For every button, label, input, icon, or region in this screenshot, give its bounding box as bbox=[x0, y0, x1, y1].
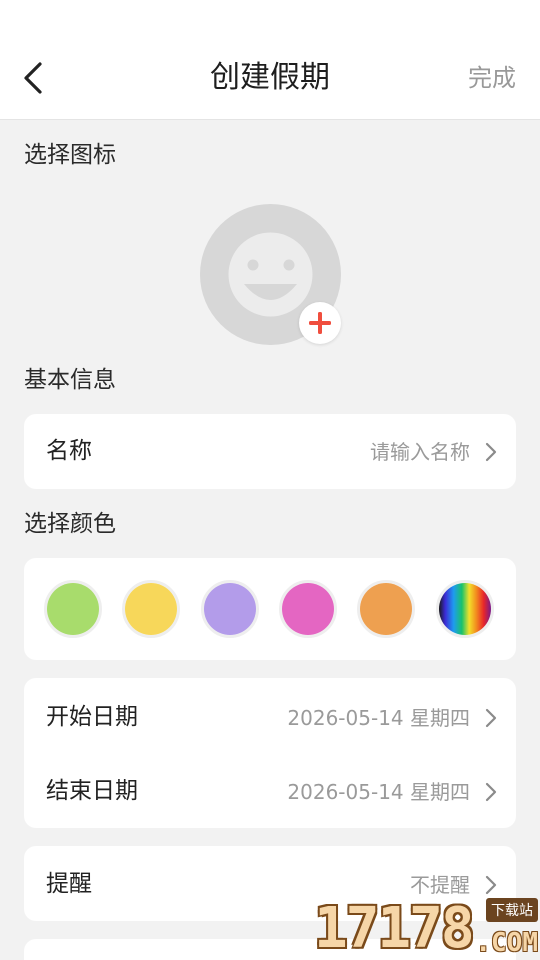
done-button[interactable]: 完成 bbox=[468, 60, 516, 96]
swatch-fill bbox=[125, 583, 177, 635]
color-swatch-pink[interactable] bbox=[279, 580, 337, 638]
color-swatch-purple[interactable] bbox=[201, 580, 259, 638]
top-app-bar: 创建假期 完成 bbox=[0, 0, 540, 120]
name-row[interactable]: 名称 请输入名称 bbox=[24, 414, 516, 488]
swatch-fill bbox=[282, 583, 334, 635]
section-title-basic-info: 基本信息 bbox=[24, 367, 116, 393]
swatch-fill bbox=[204, 583, 256, 635]
color-swatch-yellow[interactable] bbox=[122, 580, 180, 638]
end-date-value: 2026-05-14 星期四 bbox=[287, 780, 470, 804]
plus-icon bbox=[309, 312, 331, 334]
name-label: 名称 bbox=[46, 438, 92, 464]
watermark-suffix: .COM bbox=[475, 928, 538, 958]
section-title-color: 选择颜色 bbox=[24, 511, 116, 537]
page-title: 创建假期 bbox=[210, 60, 330, 95]
reminder-label: 提醒 bbox=[46, 871, 92, 897]
name-input[interactable]: 请输入名称 bbox=[370, 439, 470, 465]
end-date-label: 结束日期 bbox=[46, 778, 138, 804]
end-date-row[interactable]: 结束日期 2026-05-14 星期四 bbox=[24, 754, 516, 828]
swatch-fill bbox=[47, 583, 99, 635]
swatch-fill bbox=[439, 583, 491, 635]
add-icon-button[interactable] bbox=[299, 302, 341, 344]
start-date-value: 2026-05-14 星期四 bbox=[287, 706, 470, 730]
chevron-right-icon bbox=[485, 442, 497, 462]
watermark-tag: 下载站 bbox=[486, 898, 538, 922]
section-title-icon: 选择图标 bbox=[24, 142, 116, 168]
start-date-row[interactable]: 开始日期 2026-05-14 星期四 bbox=[24, 680, 516, 754]
reminder-value: 不提醒 bbox=[410, 873, 470, 897]
chevron-right-icon bbox=[485, 782, 497, 802]
swatch-fill bbox=[360, 583, 412, 635]
start-date-label: 开始日期 bbox=[46, 704, 138, 730]
color-swatch-rainbow[interactable] bbox=[436, 580, 494, 638]
chevron-right-icon bbox=[485, 875, 497, 895]
date-card: 开始日期 2026-05-14 星期四 结束日期 2026-05-14 星期四 bbox=[24, 678, 516, 828]
watermark-logo: 17178 下载站 .COM bbox=[314, 898, 540, 960]
chevron-right-icon bbox=[485, 708, 497, 728]
watermark-number: 17178 bbox=[314, 896, 475, 960]
color-swatch-green[interactable] bbox=[44, 580, 102, 638]
name-card: 名称 请输入名称 bbox=[24, 414, 516, 489]
color-card bbox=[24, 558, 516, 660]
color-swatch-orange[interactable] bbox=[357, 580, 415, 638]
